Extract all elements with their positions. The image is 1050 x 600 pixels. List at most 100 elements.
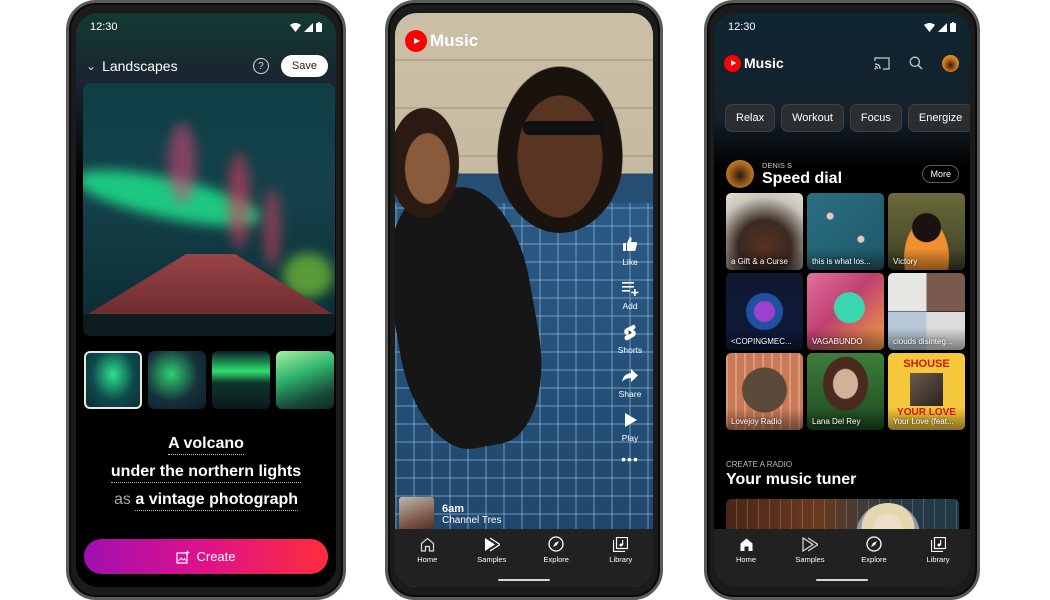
stage: 12:30 ⌄ Landscapes ? Save A volcano unde… <box>0 0 1050 600</box>
speed-dial-tile[interactable]: VAGABUNDO <box>807 273 884 350</box>
gesture-bar <box>816 579 868 581</box>
create-button[interactable]: Create <box>84 539 328 574</box>
generated-image <box>83 83 335 336</box>
search-button[interactable] <box>906 53 926 73</box>
category-dropdown[interactable]: Landscapes <box>102 58 253 74</box>
battery-icon <box>316 22 322 32</box>
add-button[interactable]: Add <box>620 279 640 311</box>
status-bar: 12:30 <box>90 19 322 35</box>
home-outline-icon <box>420 537 434 552</box>
thumbnail-strip <box>84 351 336 409</box>
speed-dial-tile[interactable]: this is what los... <box>807 193 884 270</box>
play-button[interactable]: Play <box>620 411 640 443</box>
now-playing[interactable]: 6am Channel Tres <box>399 497 501 532</box>
save-button[interactable]: Save <box>280 55 328 77</box>
gesture-bar <box>498 579 550 581</box>
prompt-setting[interactable]: under the northern lights <box>110 463 302 483</box>
share-icon <box>622 369 638 382</box>
prompt-connector: as <box>113 491 131 508</box>
samples-icon <box>484 536 500 552</box>
play-icon <box>624 413 637 427</box>
playlist-add-icon <box>621 281 638 296</box>
thumbnail-4[interactable] <box>276 351 334 409</box>
library-icon <box>613 536 629 552</box>
prompt-style[interactable]: a vintage photograph <box>135 491 299 511</box>
album-art <box>399 497 434 532</box>
speed-dial-header: DENIS S Speed dial More <box>726 160 959 188</box>
thumbnail-3[interactable] <box>212 351 270 409</box>
phone-image-generator: 12:30 ⌄ Landscapes ? Save A volcano unde… <box>66 0 346 600</box>
album-art-photo <box>910 373 943 406</box>
app-header: Music <box>724 51 960 75</box>
speed-dial-tile[interactable]: a Gift & a Curse <box>726 193 803 270</box>
like-button[interactable]: Like <box>620 235 640 267</box>
brand-name: Music <box>744 55 784 71</box>
chip-relax[interactable]: Relax <box>725 104 776 132</box>
more-options-icon[interactable]: ••• <box>621 452 639 466</box>
sunglasses <box>523 121 603 135</box>
chip-workout[interactable]: Workout <box>781 104 844 132</box>
speed-dial-tile[interactable]: clouds disinteg... <box>888 273 965 350</box>
radio-title: Your music tuner <box>726 471 857 488</box>
nav-home[interactable]: Home <box>402 536 452 564</box>
chip-focus[interactable]: Focus <box>849 104 902 132</box>
nav-explore[interactable]: Explore <box>531 536 581 564</box>
speed-dial-user: DENIS S <box>762 160 793 170</box>
signal-icon <box>938 22 947 32</box>
phone-music-home: 12:30 Music Relax Workout Focus Energize… <box>704 0 980 600</box>
status-icons <box>290 22 322 32</box>
create-label: Create <box>196 549 236 564</box>
track-artist[interactable]: Channel Tres <box>442 515 501 526</box>
samples-icon <box>802 536 818 552</box>
cast-icon <box>874 56 890 70</box>
screen: 12:30 ⌄ Landscapes ? Save A volcano unde… <box>76 13 336 587</box>
thumbnail-2[interactable] <box>148 351 206 409</box>
home-filled-icon <box>740 538 752 551</box>
speed-dial-tile[interactable]: Lovejoy Radio <box>726 353 803 430</box>
mood-chips: Relax Workout Focus Energize <box>725 104 970 132</box>
side-button <box>343 173 346 213</box>
brand-name: Music <box>430 31 479 50</box>
shorts-button[interactable]: Shorts <box>618 323 642 355</box>
prompt-subject[interactable]: A volcano <box>168 435 244 455</box>
status-bar: 12:30 <box>728 19 956 35</box>
more-button[interactable]: More <box>922 165 959 183</box>
screen: 12:30 Music Relax Workout Focus Energize… <box>714 13 970 587</box>
status-icons <box>924 22 956 32</box>
chip-energize[interactable]: Energize <box>907 104 970 132</box>
bottom-nav: Home Samples Explore Library <box>714 529 970 587</box>
youtube-music-logo[interactable]: Music <box>724 54 784 72</box>
share-button[interactable]: Share <box>619 367 641 399</box>
speed-dial-title: Speed dial <box>762 169 843 187</box>
status-time: 12:30 <box>728 21 756 33</box>
nav-samples[interactable]: Samples <box>785 536 835 564</box>
speed-dial-tile[interactable]: Lana Del Rey <box>807 353 884 430</box>
side-button <box>977 173 980 213</box>
chevron-down-icon[interactable]: ⌄ <box>86 59 96 73</box>
thumbnail-1[interactable] <box>84 351 142 409</box>
aurora-pink <box>228 153 250 248</box>
wifi-icon <box>290 22 301 32</box>
speed-dial-tile[interactable]: <COPINGMEC... <box>726 273 803 350</box>
battery-icon <box>950 22 956 32</box>
speed-dial-tile[interactable]: Victory <box>888 193 965 270</box>
nav-home[interactable]: Home <box>721 536 771 564</box>
speed-dial-tile[interactable]: SHOUSE YOUR LOVE Your Love (feat... <box>888 353 965 430</box>
side-button <box>660 173 663 213</box>
cast-button[interactable] <box>872 53 892 73</box>
account-button[interactable] <box>940 53 960 73</box>
question-circle-icon[interactable]: ? <box>252 58 269 74</box>
nav-library[interactable]: Library <box>913 536 963 564</box>
aurora-pink <box>168 123 196 203</box>
bottom-nav: Home Samples Explore Library <box>395 529 653 587</box>
nav-explore[interactable]: Explore <box>849 536 899 564</box>
phone-music-samples: Music Like Add Shorts Share Play ••• 6am… <box>385 0 663 600</box>
thumbs-up-icon <box>623 237 638 251</box>
status-time: 12:30 <box>90 21 118 33</box>
nav-library[interactable]: Library <box>596 536 646 564</box>
signal-icon <box>304 22 313 32</box>
search-icon <box>909 56 923 70</box>
wifi-icon <box>924 22 935 32</box>
action-rail: Like Add Shorts Share Play ••• <box>613 235 647 466</box>
nav-samples[interactable]: Samples <box>467 536 517 564</box>
